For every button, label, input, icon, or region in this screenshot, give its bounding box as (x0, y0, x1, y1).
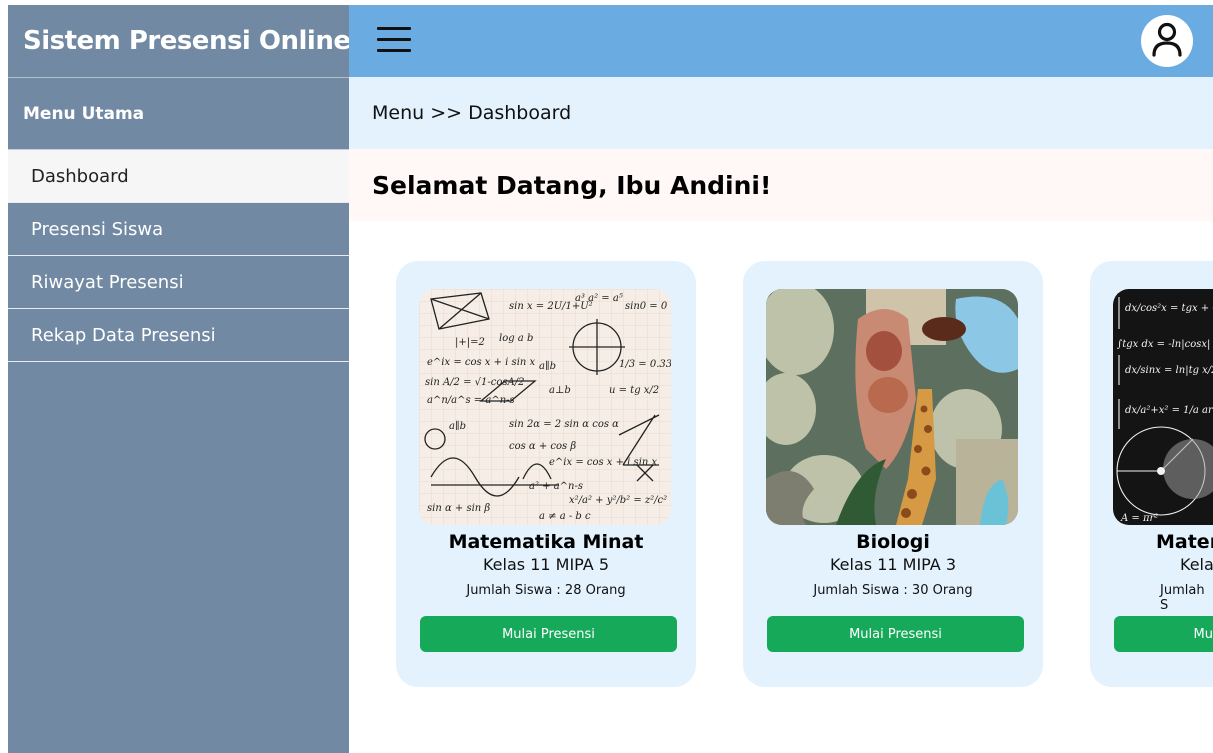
svg-text:1/3 = 0.333: 1/3 = 0.333 (619, 359, 671, 370)
class-card-matematika-minat: sin x = 2U/1+U² a³ a² = a⁵ sin0 = 0 |+|=… (396, 261, 696, 687)
sidebar-item-dashboard[interactable]: Dashboard (8, 150, 349, 203)
svg-text:a² + a^n-s: a² + a^n-s (529, 481, 583, 492)
start-attendance-button[interactable]: Mu (1114, 616, 1213, 652)
svg-text:sin0 = 0: sin0 = 0 (625, 301, 668, 312)
card-image-math: sin x = 2U/1+U² a³ a² = a⁵ sin0 = 0 |+|=… (419, 289, 671, 525)
sidebar-item-riwayat-presensi[interactable]: Riwayat Presensi (8, 256, 349, 309)
card-student-count: Jumlah Siswa : 28 Orang (466, 583, 626, 598)
svg-text:cos α + cos β: cos α + cos β (509, 441, 576, 452)
svg-text:e^ix = cos x + i sin x: e^ix = cos x + i sin x (549, 457, 658, 468)
card-class: Kelas 11 MIPA 3 (829, 555, 956, 574)
svg-text:∫tgx dx = -ln|cosx|: ∫tgx dx = -ln|cosx| (1117, 339, 1210, 350)
card-class: Kelas 11 MIPA 5 (482, 555, 609, 574)
class-card-biologi: Biologi Kelas 11 MIPA 3 Jumlah Siswa : 3… (743, 261, 1043, 687)
card-title: Matem (1156, 531, 1213, 553)
svg-text:a^n/a^s = a^n-s: a^n/a^s = a^n-s (427, 395, 515, 406)
svg-text:dx/a²+x² = 1/a arc: dx/a²+x² = 1/a arc (1125, 405, 1213, 416)
svg-text:dx/sinx = ln|tg x/2|: dx/sinx = ln|tg x/2| (1125, 365, 1213, 376)
sidebar-menu-title: Menu Utama (8, 78, 349, 150)
sidebar: Sistem Presensi Online Menu Utama Dashbo… (8, 5, 351, 753)
card-class: Kela (1180, 555, 1213, 574)
hamburger-icon[interactable] (377, 27, 411, 53)
start-attendance-button[interactable]: Mulai Presensi (767, 616, 1024, 652)
svg-text:sin 2α = 2 sin α cos α: sin 2α = 2 sin α cos α (509, 419, 619, 430)
svg-text:a⊥b: a⊥b (549, 385, 571, 396)
svg-text:a∥b: a∥b (539, 360, 556, 372)
card-title: Biologi (856, 531, 930, 553)
page-title: Selamat Datang, Ibu Andini! (349, 149, 1213, 221)
svg-text:sin A/2 = √1-cosA/2: sin A/2 = √1-cosA/2 (425, 377, 524, 388)
class-card-partial: dx/cos²x = tgx + C ∫tgx dx = -ln|cosx| d… (1090, 261, 1213, 687)
svg-text:a ≠ a - b c: a ≠ a - b c (539, 511, 591, 522)
svg-text:dx/cos²x = tgx + C: dx/cos²x = tgx + C (1125, 303, 1213, 314)
svg-text:log a b: log a b (499, 333, 533, 344)
app-title: Sistem Presensi Online (8, 5, 351, 78)
svg-text:a³ a² = a⁵: a³ a² = a⁵ (575, 293, 623, 304)
svg-text:x²/a² + y²/b² = z²/c²: x²/a² + y²/b² = z²/c² (569, 495, 667, 506)
svg-text:sin α + sin β: sin α + sin β (427, 503, 490, 514)
svg-text:e^ix = cos x + i sin x: e^ix = cos x + i sin x (427, 357, 536, 368)
sidebar-item-rekap-data-presensi[interactable]: Rekap Data Presensi (8, 309, 349, 362)
card-image-biology (766, 289, 1018, 525)
svg-text:a∥b: a∥b (449, 420, 466, 432)
card-title: Matematika Minat (448, 531, 644, 553)
svg-text:u = tg x/2: u = tg x/2 (609, 385, 659, 396)
svg-text:A = πr²: A = πr² (1120, 513, 1158, 524)
sidebar-item-presensi-siswa[interactable]: Presensi Siswa (8, 203, 349, 256)
card-student-count: Jumlah S (1160, 583, 1205, 613)
card-image-calculus: dx/cos²x = tgx + C ∫tgx dx = -ln|cosx| d… (1113, 289, 1213, 525)
svg-text:|+|=2: |+|=2 (455, 337, 485, 348)
card-student-count: Jumlah Siswa : 30 Orang (813, 583, 973, 598)
breadcrumb: Menu >> Dashboard (349, 77, 1213, 149)
user-avatar-icon[interactable] (1141, 15, 1193, 67)
top-bar (349, 5, 1213, 77)
start-attendance-button[interactable]: Mulai Presensi (420, 616, 677, 652)
